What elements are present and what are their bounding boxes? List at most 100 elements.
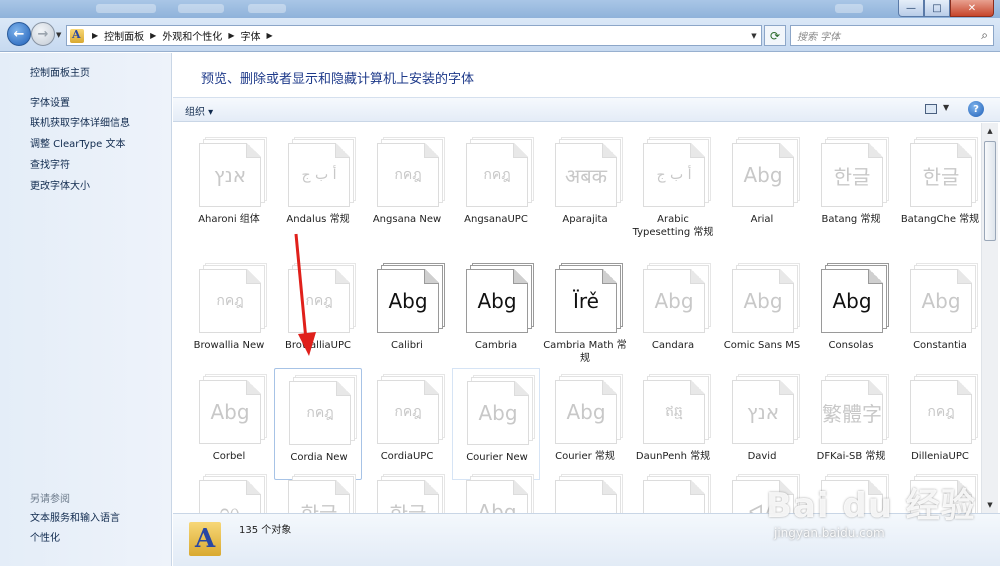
font-name-label: Comic Sans MS (723, 340, 801, 351)
cleartype-link[interactable]: 调整 ClearType 文本 (30, 135, 125, 150)
font-tile[interactable]: Abg (452, 468, 540, 513)
font-tile[interactable]: 한글 Batang 常规 (807, 131, 895, 243)
font-tile[interactable]: ᦅᦇ (185, 468, 273, 513)
font-sample-preview: Abg (743, 163, 783, 187)
view-options-dropdown-icon[interactable]: ▼ (943, 103, 949, 112)
font-settings-link[interactable]: 字体设置 (30, 94, 70, 109)
text-services-link[interactable]: 文本服务和输入语言 (30, 509, 120, 524)
font-tile[interactable]: Abg Courier New (452, 368, 540, 480)
font-tile[interactable]: أ ب ج Andalus 常规 (274, 131, 362, 243)
fonts-folder-large-icon (189, 522, 221, 556)
breadcrumb-control-panel[interactable]: 控制面板 (103, 28, 145, 43)
change-view-icon[interactable] (925, 104, 937, 114)
font-tile[interactable]: กคฎ AngsanaUPC (452, 131, 540, 243)
recent-pages-dropdown-icon[interactable]: ▼ (56, 31, 61, 39)
organize-button[interactable]: 组织 ▾ (185, 103, 213, 118)
vertical-scrollbar[interactable]: ▲ ▼ (981, 123, 998, 513)
font-tile[interactable]: Abg Consolas (807, 257, 895, 369)
font-sample-preview: Abg (210, 400, 250, 424)
font-name-label: AngsanaUPC (464, 214, 528, 225)
font-sample-preview: ឥឆ្ម (665, 403, 683, 420)
font-tile[interactable]: ឥឆ្ម DaunPenh 常规 (629, 368, 717, 480)
breadcrumb-appearance[interactable]: 外观和个性化 (161, 28, 223, 43)
help-icon[interactable]: ? (968, 101, 984, 117)
baidu-watermark: Bai du 经验 jingyan.baidu.com (766, 478, 975, 558)
font-tile[interactable]: Abg Arial (718, 131, 806, 243)
font-name-label: DaunPenh 常规 (635, 451, 711, 462)
font-grid[interactable]: אנץ Aharoni 组体 أ ب ج Andalus 常规 กคฎ Angsana N… (173, 123, 981, 513)
back-button[interactable]: ← (7, 22, 31, 46)
font-name-label: DilleniaUPC (911, 451, 969, 462)
font-tile[interactable]: 한글 (274, 468, 362, 513)
breadcrumb-fonts[interactable]: 字体 (239, 28, 261, 43)
font-sample-preview: 한글 (833, 164, 871, 189)
font-tile[interactable]: Abg Corbel (185, 368, 273, 480)
font-sample-preview: กคฎ (394, 167, 422, 183)
titlebar-blur (96, 4, 156, 13)
personalization-link[interactable]: 个性化 (30, 529, 60, 544)
font-tile[interactable]: Ïrě Cambria Math 常规 (541, 257, 629, 369)
font-name-label: Calibri (391, 340, 423, 351)
font-tile[interactable]: กคฎ CordiaUPC (363, 368, 451, 480)
close-button[interactable]: ✕ (950, 0, 994, 17)
font-name-label: Constantia (913, 340, 967, 351)
breadcrumb-separator[interactable]: ▶ (92, 31, 98, 40)
scroll-down-arrow-icon[interactable]: ▼ (982, 497, 998, 513)
window-titlebar[interactable]: — □ ✕ (0, 0, 1000, 18)
font-tile[interactable]: กคฎ DilleniaUPC (896, 368, 981, 480)
font-tile[interactable]: Abg Comic Sans MS (718, 257, 806, 369)
font-tile[interactable] (629, 468, 717, 513)
font-tile[interactable]: אנץ David (718, 368, 806, 480)
font-tile[interactable]: Abg Candara (629, 257, 717, 369)
font-name-label: Arial (750, 214, 774, 225)
font-sample-preview: אנץ (213, 163, 247, 187)
font-tile[interactable]: กคฎ Browallia New (185, 257, 273, 369)
font-sample-preview: Abg (921, 289, 961, 313)
command-bar: 组织 ▾ ▼ ? (173, 97, 1000, 122)
font-tile[interactable]: अबक Aparajita (541, 131, 629, 243)
online-font-info-link[interactable]: 联机获取字体详细信息 (30, 114, 130, 129)
font-tile[interactable]: กคฎ Angsana New (363, 131, 451, 243)
change-font-size-link[interactable]: 更改字体大小 (30, 177, 90, 192)
font-tile[interactable]: กคฎ BrowalliaUPC (274, 257, 362, 369)
watermark-url: jingyan.baidu.com (774, 526, 885, 540)
font-tile[interactable]: Abg Cambria (452, 257, 540, 369)
font-sample-preview: กคฎ (306, 405, 334, 421)
font-name-label: Batang 常规 (821, 214, 881, 225)
search-icon[interactable]: ⌕ (981, 28, 988, 43)
object-count: 135 个对象 (239, 525, 292, 536)
page-header: 预览、删除或者显示和隐藏计算机上安装的字体 (173, 53, 1000, 97)
font-sample-preview: กคฎ (305, 293, 333, 309)
minimize-button[interactable]: — (898, 0, 924, 17)
scroll-up-arrow-icon[interactable]: ▲ (982, 123, 998, 139)
scrollbar-thumb[interactable] (984, 141, 996, 241)
font-tile[interactable]: Abg Courier 常规 (541, 368, 629, 480)
font-tile[interactable]: 한글 (363, 468, 451, 513)
font-tile[interactable]: 한글 BatangChe 常规 (896, 131, 981, 243)
font-sample-preview: Ïrě (573, 289, 599, 313)
font-tile[interactable]: Abg Calibri (363, 257, 451, 369)
font-sample-preview: Abg (743, 289, 783, 313)
font-name-label: Candara (651, 340, 695, 351)
titlebar-blur (248, 4, 286, 13)
breadcrumb-separator[interactable]: ▶ (150, 31, 156, 40)
font-tile[interactable]: أ ب ج Arabic Typesetting 常规 (629, 131, 717, 243)
font-tile[interactable] (541, 468, 629, 513)
find-character-link[interactable]: 查找字符 (30, 156, 70, 171)
font-tile[interactable]: Abg Constantia (896, 257, 981, 369)
forward-button[interactable]: → (31, 22, 55, 46)
address-dropdown-icon[interactable]: ▼ (747, 32, 761, 40)
refresh-button[interactable]: ⟳ (764, 25, 786, 46)
maximize-button[interactable]: □ (924, 0, 950, 17)
breadcrumb-separator[interactable]: ▶ (266, 31, 272, 40)
breadcrumb-separator[interactable]: ▶ (228, 31, 234, 40)
titlebar-blur (178, 4, 224, 13)
address-bar[interactable]: ▶ 控制面板 ▶ 外观和个性化 ▶ 字体 ▶ ▼ (66, 25, 762, 46)
font-tile[interactable]: 繁體字 DFKai-SB 常规 (807, 368, 895, 480)
font-sample-preview: Abg (832, 289, 872, 313)
control-panel-home-link[interactable]: 控制面板主页 (30, 64, 90, 79)
navigation-bar: ← → ▼ ▶ 控制面板 ▶ 外观和个性化 ▶ 字体 ▶ ▼ ⟳ 搜索 字体 ⌕ (0, 18, 1000, 52)
font-tile[interactable]: กคฎ Cordia New (274, 368, 362, 480)
search-input[interactable]: 搜索 字体 ⌕ (790, 25, 994, 46)
font-tile[interactable]: אנץ Aharoni 组体 (185, 131, 273, 243)
